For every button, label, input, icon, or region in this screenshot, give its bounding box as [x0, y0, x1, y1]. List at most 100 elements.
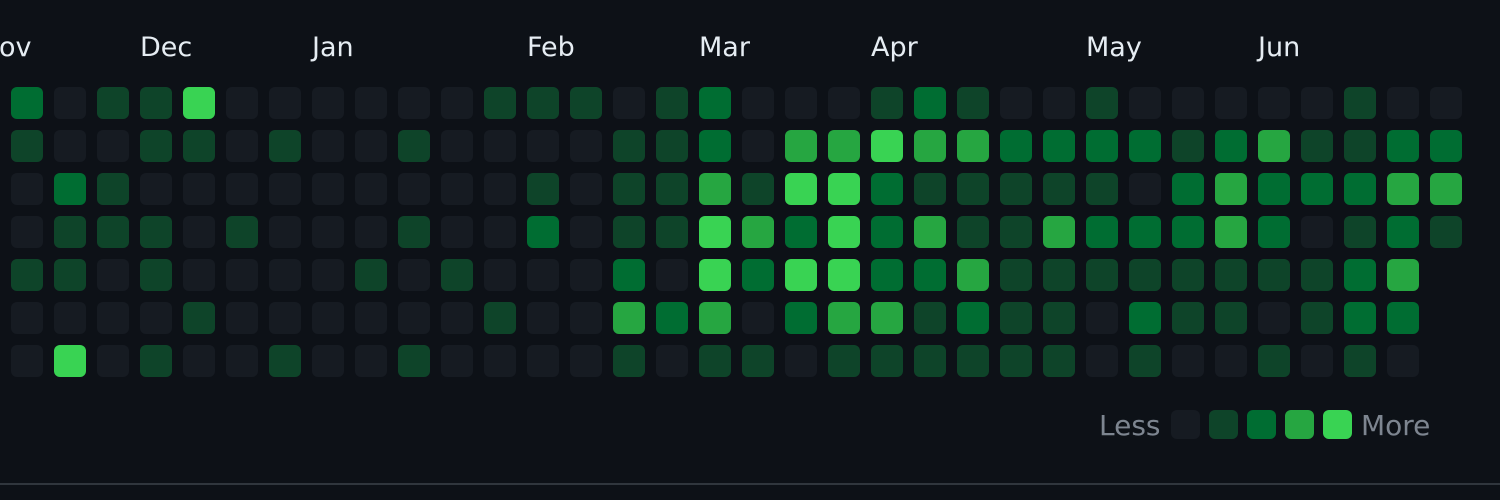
contribution-cell[interactable] [1387, 345, 1419, 377]
contribution-cell[interactable] [656, 345, 688, 377]
contribution-cell[interactable] [183, 302, 215, 334]
contribution-cell[interactable] [97, 302, 129, 334]
contribution-cell[interactable] [785, 130, 817, 162]
contribution-cell[interactable] [1258, 130, 1290, 162]
contribution-cell[interactable] [1344, 259, 1376, 291]
contribution-cell[interactable] [699, 345, 731, 377]
contribution-cell[interactable] [1043, 302, 1075, 334]
contribution-cell[interactable] [312, 302, 344, 334]
contribution-cell[interactable] [914, 173, 946, 205]
contribution-cell[interactable] [1344, 345, 1376, 377]
contribution-cell[interactable] [312, 259, 344, 291]
contribution-cell[interactable] [11, 259, 43, 291]
contribution-cell[interactable] [1387, 216, 1419, 248]
contribution-cell[interactable] [957, 173, 989, 205]
contribution-cell[interactable] [742, 173, 774, 205]
contribution-cell[interactable] [828, 345, 860, 377]
contribution-cell[interactable] [226, 216, 258, 248]
contribution-cell[interactable] [1000, 173, 1032, 205]
contribution-cell[interactable] [527, 87, 559, 119]
contribution-cell[interactable] [11, 130, 43, 162]
contribution-cell[interactable] [613, 302, 645, 334]
contribution-cell[interactable] [484, 130, 516, 162]
contribution-cell[interactable] [441, 173, 473, 205]
contribution-cell[interactable] [183, 345, 215, 377]
contribution-cell[interactable] [656, 259, 688, 291]
contribution-cell[interactable] [1387, 130, 1419, 162]
contribution-cell[interactable] [1000, 259, 1032, 291]
contribution-cell[interactable] [1086, 130, 1118, 162]
contribution-cell[interactable] [785, 173, 817, 205]
contribution-cell[interactable] [957, 259, 989, 291]
contribution-cell[interactable] [355, 345, 387, 377]
contribution-cell[interactable] [742, 302, 774, 334]
contribution-cell[interactable] [742, 259, 774, 291]
contribution-cell[interactable] [1215, 87, 1247, 119]
contribution-cell[interactable] [914, 302, 946, 334]
contribution-cell[interactable] [54, 216, 86, 248]
contribution-cell[interactable] [871, 345, 903, 377]
contribution-cell[interactable] [140, 216, 172, 248]
contribution-cell[interactable] [398, 173, 430, 205]
contribution-cell[interactable] [1258, 302, 1290, 334]
contribution-cell[interactable] [1258, 216, 1290, 248]
contribution-cell[interactable] [1430, 130, 1462, 162]
contribution-cell[interactable] [828, 216, 860, 248]
contribution-cell[interactable] [1043, 87, 1075, 119]
contribution-cell[interactable] [1086, 173, 1118, 205]
contribution-cell[interactable] [54, 259, 86, 291]
contribution-cell[interactable] [140, 345, 172, 377]
contribution-cell[interactable] [11, 345, 43, 377]
contribution-cell[interactable] [1387, 173, 1419, 205]
contribution-cell[interactable] [828, 87, 860, 119]
contribution-cell[interactable] [570, 259, 602, 291]
contribution-cell[interactable] [398, 130, 430, 162]
contribution-cell[interactable] [355, 302, 387, 334]
contribution-cell[interactable] [1301, 345, 1333, 377]
contribution-cell[interactable] [570, 302, 602, 334]
contribution-cell[interactable] [656, 87, 688, 119]
contribution-cell[interactable] [1000, 130, 1032, 162]
contribution-cell[interactable] [269, 173, 301, 205]
contribution-cell[interactable] [1172, 259, 1204, 291]
contribution-cell[interactable] [1301, 302, 1333, 334]
contribution-cell[interactable] [312, 345, 344, 377]
contribution-cell[interactable] [1344, 173, 1376, 205]
contribution-cell[interactable] [183, 259, 215, 291]
contribution-cell[interactable] [1172, 302, 1204, 334]
contribution-cell[interactable] [914, 345, 946, 377]
contribution-cell[interactable] [1301, 173, 1333, 205]
contribution-cell[interactable] [699, 173, 731, 205]
contribution-cell[interactable] [1258, 345, 1290, 377]
contribution-cell[interactable] [355, 173, 387, 205]
contribution-cell[interactable] [1387, 302, 1419, 334]
contribution-cell[interactable] [226, 173, 258, 205]
contribution-cell[interactable] [957, 302, 989, 334]
contribution-cell[interactable] [1344, 302, 1376, 334]
contribution-cell[interactable] [11, 173, 43, 205]
contribution-cell[interactable] [699, 130, 731, 162]
contribution-cell[interactable] [484, 216, 516, 248]
contribution-cell[interactable] [742, 216, 774, 248]
contribution-cell[interactable] [699, 216, 731, 248]
contribution-cell[interactable] [1129, 345, 1161, 377]
contribution-cell[interactable] [97, 173, 129, 205]
contribution-cell[interactable] [527, 259, 559, 291]
contribution-cell[interactable] [1258, 259, 1290, 291]
contribution-cell[interactable] [97, 216, 129, 248]
contribution-cell[interactable] [1043, 259, 1075, 291]
contribution-cell[interactable] [1086, 345, 1118, 377]
contribution-cell[interactable] [656, 173, 688, 205]
contribution-cell[interactable] [527, 216, 559, 248]
contribution-cell[interactable] [871, 302, 903, 334]
contribution-cell[interactable] [1215, 302, 1247, 334]
contribution-cell[interactable] [570, 216, 602, 248]
contribution-cell[interactable] [656, 216, 688, 248]
contribution-cell[interactable] [1043, 345, 1075, 377]
contribution-cell[interactable] [398, 302, 430, 334]
contribution-cell[interactable] [914, 87, 946, 119]
contribution-cell[interactable] [312, 173, 344, 205]
contribution-cell[interactable] [914, 130, 946, 162]
contribution-cell[interactable] [269, 216, 301, 248]
contribution-cell[interactable] [1387, 259, 1419, 291]
